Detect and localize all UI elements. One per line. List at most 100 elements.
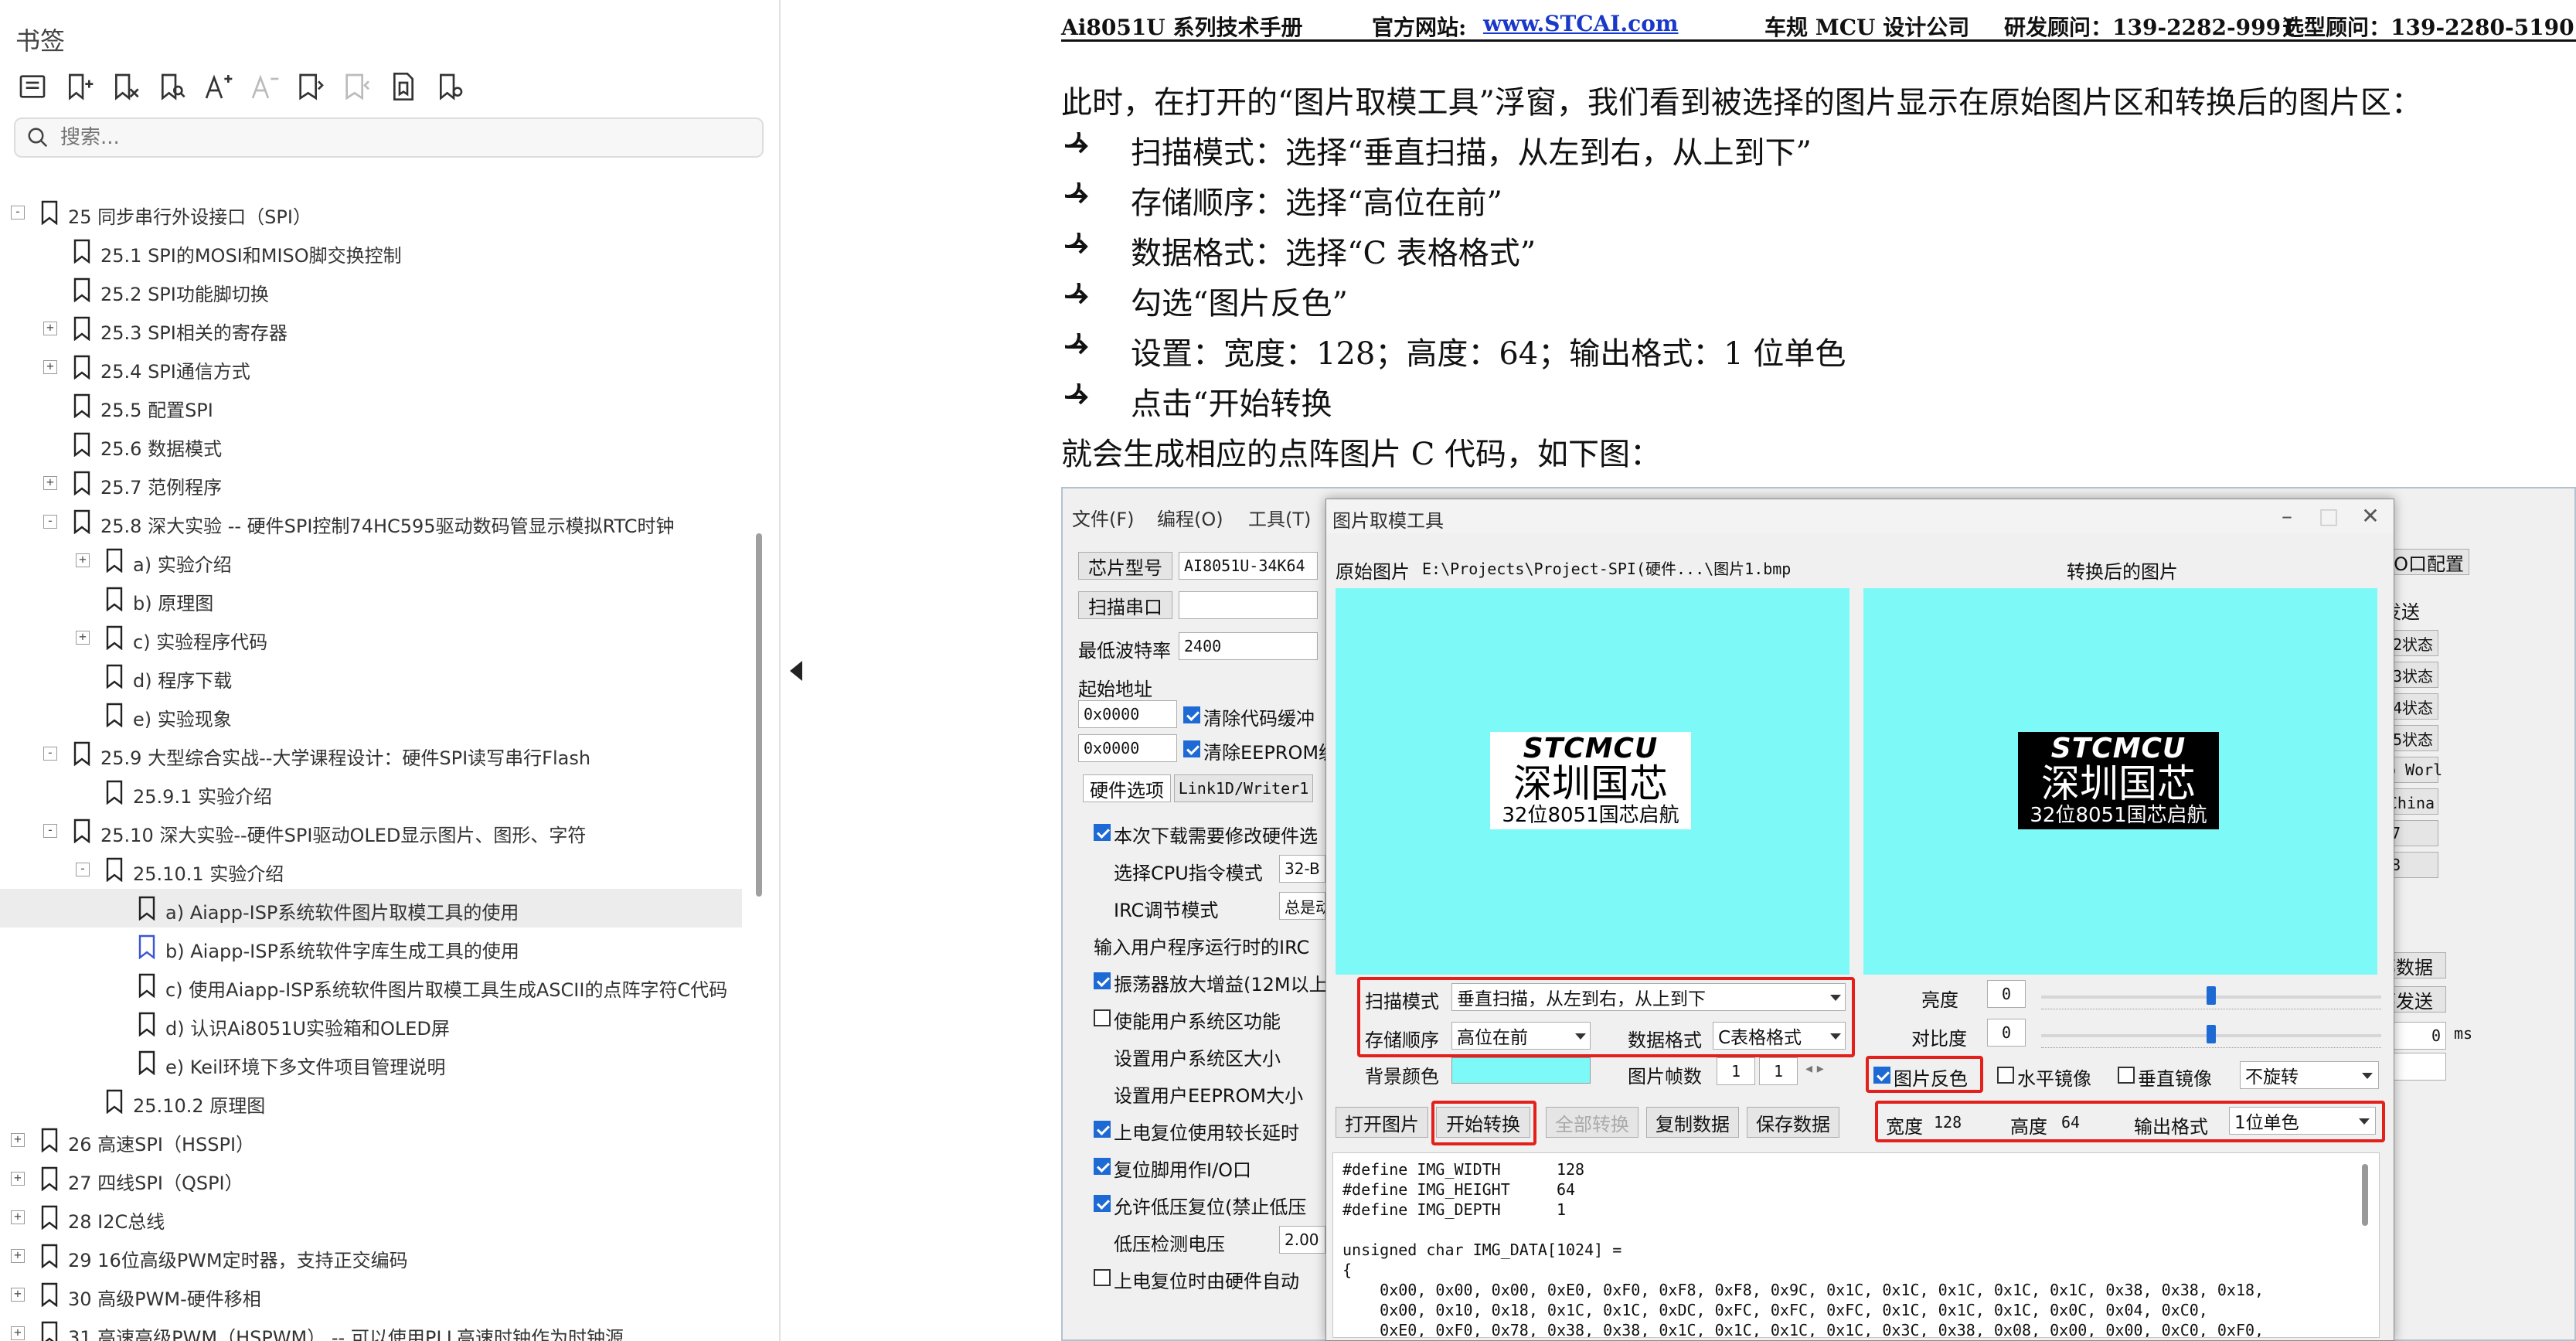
expand-icon[interactable]: + (11, 1249, 25, 1263)
brightness-field[interactable]: 0 (1987, 980, 2026, 1008)
collapse-icon[interactable]: - (43, 515, 57, 529)
bookmark-item[interactable]: 25.9.1 实验介绍 (0, 773, 742, 812)
bookmark-item[interactable]: +31 高速高级PWM（HSPWM） -- 可以使用PLL高速时钟作为时钟源 (0, 1314, 742, 1341)
scan-port-field[interactable] (1179, 591, 1318, 619)
bookmark-item[interactable]: 25.10.2 原理图 (0, 1082, 742, 1121)
add-bookmark-icon[interactable] (62, 70, 96, 104)
bookmark-item[interactable]: + c) 实验程序代码 (0, 618, 742, 657)
menu-tools[interactable]: 工具(T) (1248, 504, 1311, 531)
expand-icon[interactable]: + (11, 1210, 25, 1224)
bookmark-item[interactable]: 25.1 SPI的MOSI和MISO脚交换控制 (0, 232, 742, 271)
minimize-icon[interactable]: – (2273, 502, 2301, 530)
menu-program[interactable]: 编程(O) (1157, 504, 1223, 531)
expand-icon[interactable]: + (43, 360, 57, 374)
generated-code-area[interactable]: #define IMG_WIDTH 128 #define IMG_HEIGHT… (1332, 1152, 2380, 1338)
collapse-icon[interactable]: - (11, 206, 25, 220)
brightness-thumb[interactable] (2207, 986, 2216, 1005)
expand-icon[interactable]: + (76, 631, 90, 645)
frames-field-b[interactable]: 1 (1759, 1057, 1798, 1085)
bookmark-search[interactable] (14, 117, 764, 158)
baud-select[interactable]: 2400 (1179, 632, 1318, 660)
bookmark-item[interactable]: +29 16位高级PWM定时器，支持正交编码 (0, 1237, 742, 1275)
bookmark-item[interactable]: +26 高速SPI（HSSPI） (0, 1121, 742, 1159)
option-checkbox[interactable] (1094, 1158, 1111, 1175)
bookmark-item[interactable]: +30 高级PWM-硬件移相 (0, 1275, 742, 1314)
bookmark-item[interactable]: +25.7 范例程序 (0, 464, 742, 502)
frames-spin-icon[interactable]: ◂ ▸ (1805, 1060, 1824, 1077)
bookmark-item[interactable]: e) Keil环境下多文件项目管理说明 (0, 1043, 742, 1082)
find-bookmark-icon[interactable] (155, 70, 189, 104)
expand-icon[interactable]: + (11, 1172, 25, 1186)
expand-icon[interactable]: + (76, 553, 90, 567)
code-scrollbar[interactable] (2362, 1164, 2368, 1226)
option-value[interactable]: 2.00 (1279, 1226, 1325, 1254)
open-image-button[interactable]: 打开图片 (1336, 1107, 1428, 1138)
bookmark-item[interactable]: e) 实验现象 (0, 696, 742, 734)
bookmark-item[interactable]: b) Aiapp-ISP系统软件字库生成工具的使用 (0, 927, 742, 966)
option-checkbox[interactable] (1094, 1269, 1111, 1286)
decrease-font-icon[interactable] (247, 70, 281, 104)
option-checkbox[interactable] (1094, 1009, 1111, 1026)
expand-icon[interactable]: + (43, 322, 57, 335)
hmirror-checkbox[interactable] (1997, 1067, 2014, 1084)
close-icon[interactable]: ✕ (2357, 502, 2384, 530)
collapse-icon[interactable]: - (43, 747, 57, 761)
sidebar-scrollbar[interactable] (756, 533, 762, 897)
clear-eeprom-checkbox[interactable] (1183, 740, 1200, 757)
copy-data-button[interactable]: 复制数据 (1646, 1107, 1739, 1138)
bookmark-item[interactable]: a) Aiapp-ISP系统软件图片取模工具的使用 (0, 889, 742, 927)
increase-font-icon[interactable] (201, 70, 235, 104)
bookmark-item[interactable]: b) 原理图 (0, 580, 742, 618)
menu-file[interactable]: 文件(F) (1072, 504, 1135, 531)
scan-port-button[interactable]: 扫描串口 (1078, 591, 1172, 619)
bookmark-item[interactable]: - 25.10.1 实验介绍 (0, 850, 742, 889)
chip-model-field[interactable]: AI8051U-34K64 (1179, 552, 1318, 580)
convert-all-button[interactable]: 全部转换 (1546, 1107, 1638, 1138)
bookmark-list-icon[interactable] (15, 70, 49, 104)
bookmark-item[interactable]: +25.3 SPI相关的寄存器 (0, 309, 742, 348)
option-checkbox[interactable] (1094, 824, 1111, 841)
option-checkbox[interactable] (1094, 972, 1111, 989)
expand-icon[interactable]: + (11, 1288, 25, 1302)
save-data-button[interactable]: 保存数据 (1747, 1107, 1839, 1138)
expand-icon[interactable]: + (11, 1133, 25, 1147)
contrast-thumb[interactable] (2207, 1025, 2216, 1043)
rotate-select[interactable]: 不旋转 (2240, 1061, 2379, 1089)
tab-hardware-options[interactable]: 硬件选项 (1083, 774, 1171, 802)
bookmark-item[interactable]: c) 使用Aiapp-ISP系统软件图片取模工具生成ASCII的点阵字符C代码 (0, 966, 742, 1005)
bookmark-item[interactable]: + a) 实验介绍 (0, 541, 742, 580)
addr-field-2[interactable]: 0x0000 (1078, 734, 1177, 762)
bg-color-swatch[interactable] (1451, 1057, 1591, 1084)
bookmark-item[interactable]: +25.4 SPI通信方式 (0, 348, 742, 386)
site-link[interactable]: www.STCAI.com (1483, 11, 1679, 36)
bookmark-item[interactable]: - 25 同步串行外设接口（SPI） (0, 193, 742, 232)
delete-bookmark-icon[interactable] (108, 70, 142, 104)
collapse-icon[interactable]: - (76, 863, 90, 876)
frames-field-a[interactable]: 1 (1717, 1057, 1755, 1085)
search-input[interactable] (60, 126, 740, 149)
bookmark-item[interactable]: - 25.10 深大实验--硬件SPI驱动OLED显示图片、图形、字符 (0, 812, 742, 850)
bookmark-item[interactable]: 25.2 SPI功能脚切换 (0, 271, 742, 309)
collapse-bookmark-icon[interactable] (340, 70, 374, 104)
collapse-sidebar-icon[interactable] (790, 661, 802, 681)
expand-bookmark-icon[interactable] (294, 70, 328, 104)
expand-icon[interactable]: + (11, 1326, 25, 1340)
bookmark-item[interactable]: d) 认识Ai8051U实验箱和OLED屏 (0, 1005, 742, 1043)
collapse-icon[interactable]: - (43, 824, 57, 838)
expand-icon[interactable]: + (43, 476, 57, 490)
bookmark-page-icon[interactable] (386, 70, 420, 104)
maximize-icon[interactable]: □ (2315, 502, 2343, 530)
clear-code-checkbox[interactable] (1183, 706, 1200, 723)
addr-field-1[interactable]: 0x0000 (1078, 700, 1177, 728)
contrast-field[interactable]: 0 (1987, 1019, 2026, 1047)
option-checkbox[interactable] (1094, 1195, 1111, 1212)
bookmark-item[interactable]: - 25.8 深大实验 -- 硬件SPI控制74HC595驱动数码管显示模拟RTC… (0, 502, 742, 541)
bookmark-item[interactable]: +27 四线SPI（QSPI） (0, 1159, 742, 1198)
vmirror-checkbox[interactable] (2118, 1067, 2135, 1084)
chip-model-button[interactable]: 芯片型号 (1078, 552, 1172, 580)
bookmark-item[interactable]: - 25.9 大型综合实战--大学课程设计：硬件SPI读写串行Flash (0, 734, 742, 773)
option-value[interactable]: 32-B (1279, 855, 1325, 883)
bookmark-item[interactable]: 25.6 数据模式 (0, 425, 742, 464)
option-value[interactable]: 总是动态 (1279, 892, 1325, 920)
bookmark-settings-icon[interactable] (433, 70, 467, 104)
